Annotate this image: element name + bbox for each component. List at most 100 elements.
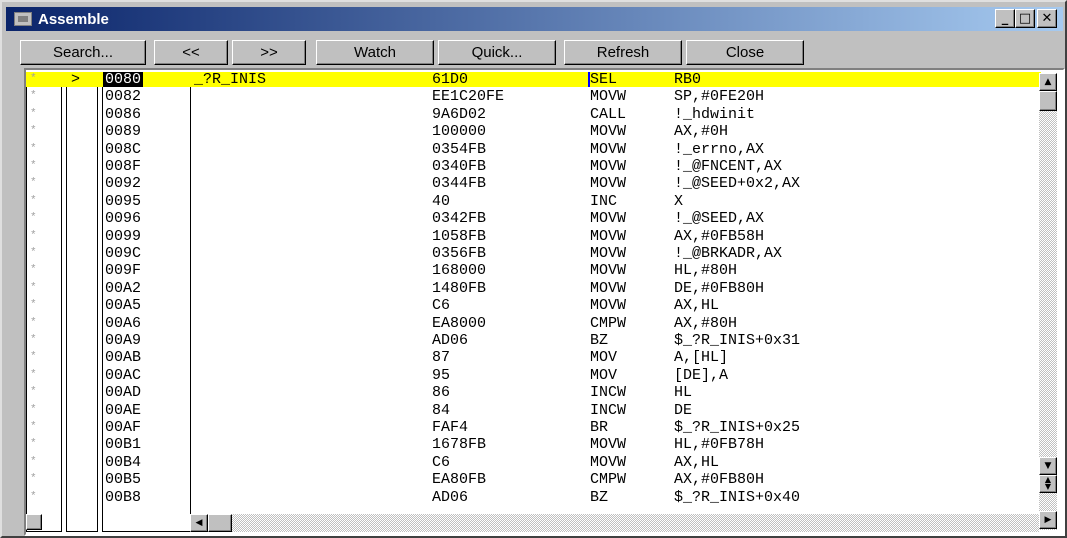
- operand-cell: AX,#0FB80H: [674, 471, 765, 489]
- breakpoint-marker[interactable]: *: [30, 124, 37, 139]
- vertical-scrollbar[interactable]: ▲ ▼ ▲ ▼ ▶: [1039, 73, 1057, 530]
- breakpoint-marker[interactable]: *: [30, 350, 37, 365]
- breakpoint-marker[interactable]: *: [30, 281, 37, 296]
- mnemonic-cell: CMPW: [590, 471, 627, 489]
- listing-row[interactable]: * 0092 0344FB MOVW !_@SEED+0x2,AX: [26, 176, 1041, 191]
- breakpoint-marker[interactable]: *: [30, 472, 37, 487]
- listing-row[interactable]: * 0096 0342FB MOVW !_@SEED,AX: [26, 211, 1041, 226]
- address-cell: 00AB: [105, 349, 142, 367]
- breakpoint-marker[interactable]: *: [30, 229, 37, 244]
- scroll-up-button[interactable]: ▲: [1039, 73, 1057, 91]
- listing-row[interactable]: * 00AC 95 MOV [DE],A: [26, 368, 1041, 383]
- operand-cell: $_?R_INIS+0x31: [674, 332, 801, 349]
- maximize-button[interactable]: □: [1015, 9, 1035, 28]
- breakpoint-marker[interactable]: *: [30, 142, 37, 157]
- listing-row[interactable]: * >0080 _?R_INIS 61D0 SEL RB0: [26, 72, 1041, 87]
- horizontal-scrollbar[interactable]: ◀: [190, 514, 1039, 532]
- listing-row[interactable]: * 008C 0354FB MOVW !_errno,AX: [26, 142, 1041, 157]
- listing-row[interactable]: * 00B4 C6 MOVW AX,HL: [26, 455, 1041, 470]
- scroll-left-arrow[interactable]: ◀: [190, 514, 208, 532]
- breakpoint-marker[interactable]: *: [30, 420, 37, 435]
- forward-button[interactable]: >>: [232, 40, 306, 65]
- breakpoint-marker[interactable]: *: [30, 298, 37, 313]
- refresh-button[interactable]: Refresh: [564, 40, 682, 65]
- operand-cell: $_?R_INIS+0x40: [674, 488, 801, 506]
- mnemonic-cell: MOVW: [590, 123, 627, 141]
- scroll-thumb[interactable]: [1039, 91, 1057, 111]
- breakpoint-marker[interactable]: *: [30, 176, 37, 191]
- breakpoint-marker[interactable]: *: [30, 211, 37, 226]
- back-button[interactable]: <<: [154, 40, 228, 65]
- listing-row[interactable]: * 00A6 EA8000 CMPW AX,#80H: [26, 316, 1041, 331]
- listing-row[interactable]: * 0082 EE1C20FE MOVW SP,#0FE20H: [26, 89, 1041, 104]
- breakpoint-marker[interactable]: *: [30, 89, 37, 104]
- address-cell: 0086: [105, 105, 142, 123]
- search-button[interactable]: Search...: [20, 40, 146, 65]
- listing-row[interactable]: * 00AB 87 MOV A,[HL]: [26, 350, 1041, 365]
- address-cell: 00A5: [105, 297, 142, 315]
- listing-row[interactable]: * 0086 9A6D02 CALL !_hdwinit: [26, 107, 1041, 122]
- listing-row[interactable]: * 0089 100000 MOVW AX,#0H: [26, 124, 1041, 139]
- code-cell: EE1C20FE: [432, 88, 505, 106]
- code-cell: 9A6D02: [432, 105, 487, 123]
- close-window-button[interactable]: ✕: [1037, 9, 1057, 28]
- scroll-left-button[interactable]: [26, 514, 42, 530]
- listing-row[interactable]: * 0099 1058FB MOVW AX,#0FB58H: [26, 229, 1041, 244]
- mnemonic-cell: BZ: [590, 488, 609, 506]
- mnemonic-cell: INC: [590, 192, 618, 210]
- operand-cell: AX,#0FB58H: [674, 227, 765, 245]
- disassembly-panel[interactable]: * >0080 _?R_INIS 61D0 SEL RB0 * 0082 EE1C20FE MOV…: [24, 68, 1065, 536]
- operand-cell: DE,#0FB80H: [674, 279, 765, 297]
- listing-row[interactable]: * 008F 0340FB MOVW !_@FNCENT,AX: [26, 159, 1041, 174]
- title-bar[interactable]: Assemble _ □ ✕: [6, 7, 1063, 31]
- listing-row[interactable]: * 009F 168000 MOVW HL,#80H: [26, 263, 1041, 278]
- listing-row[interactable]: * 00A2 1480FB MOVW DE,#0FB80H: [26, 281, 1041, 296]
- quick-button[interactable]: Quick...: [438, 40, 556, 65]
- mnemonic-cell: MOV: [590, 366, 618, 384]
- listing-row[interactable]: * 00AF FAF4 BR $_?R_INIS+0x25: [26, 420, 1041, 435]
- address-cell: 00A2: [105, 279, 142, 297]
- page-up-down-button[interactable]: ▲ ▼: [1039, 475, 1057, 493]
- mnemonic-cell: MOVW: [590, 245, 627, 262]
- address-cell: 009F: [105, 262, 142, 280]
- breakpoint-marker[interactable]: *: [30, 246, 37, 261]
- window-app-icon[interactable]: [14, 12, 32, 26]
- listing-row[interactable]: * 00A5 C6 MOVW AX,HL: [26, 298, 1041, 313]
- breakpoint-marker[interactable]: *: [30, 194, 37, 209]
- breakpoint-marker[interactable]: *: [30, 107, 37, 122]
- close-button[interactable]: Close: [686, 40, 804, 65]
- listing-row[interactable]: * 00B1 1678FB MOVW HL,#0FB78H: [26, 437, 1041, 452]
- listing-row[interactable]: * 00AE 84 INCW DE: [26, 403, 1041, 418]
- mnemonic-cell: MOVW: [590, 158, 627, 175]
- operand-cell: AX,#0H: [674, 123, 729, 141]
- horizontal-scroll-thumb[interactable]: [208, 514, 232, 532]
- listing-row[interactable]: * 00B8 AD06 BZ $_?R_INIS+0x40: [26, 490, 1041, 505]
- pc-marker: >: [71, 71, 81, 88]
- minimize-button[interactable]: _: [995, 9, 1015, 28]
- breakpoint-marker[interactable]: *: [30, 72, 37, 87]
- toolbar: Search... << >> Watch Quick... Refresh C…: [6, 40, 1063, 66]
- scroll-right-button[interactable]: ▶: [1039, 511, 1057, 529]
- breakpoint-marker[interactable]: *: [30, 403, 37, 418]
- address-cell: 009C: [105, 245, 142, 262]
- scroll-down-button[interactable]: ▼: [1039, 457, 1057, 475]
- address-cell: 00AF: [105, 419, 142, 436]
- breakpoint-marker[interactable]: *: [30, 316, 37, 331]
- breakpoint-marker[interactable]: *: [30, 490, 37, 505]
- listing-row[interactable]: * 009C 0356FB MOVW !_@BRKADR,AX: [26, 246, 1041, 261]
- breakpoint-marker[interactable]: *: [30, 263, 37, 278]
- mnemonic-cell: MOVW: [590, 210, 627, 228]
- breakpoint-marker[interactable]: *: [30, 385, 37, 400]
- breakpoint-marker[interactable]: *: [30, 368, 37, 383]
- breakpoint-marker[interactable]: *: [30, 437, 37, 452]
- watch-button[interactable]: Watch: [316, 40, 434, 65]
- breakpoint-marker[interactable]: *: [30, 455, 37, 470]
- listing-row[interactable]: * 00B5 EA80FB CMPW AX,#0FB80H: [26, 472, 1041, 487]
- breakpoint-marker[interactable]: *: [30, 333, 37, 348]
- breakpoint-marker[interactable]: *: [30, 159, 37, 174]
- listing-row[interactable]: * 00A9 AD06 BZ $_?R_INIS+0x31: [26, 333, 1041, 348]
- listing-row[interactable]: * 00AD 86 INCW HL: [26, 385, 1041, 400]
- listing-row[interactable]: * 0095 40 INC X: [26, 194, 1041, 209]
- address-cell: 00B1: [105, 436, 142, 454]
- mnemonic-cell: MOVW: [590, 279, 627, 297]
